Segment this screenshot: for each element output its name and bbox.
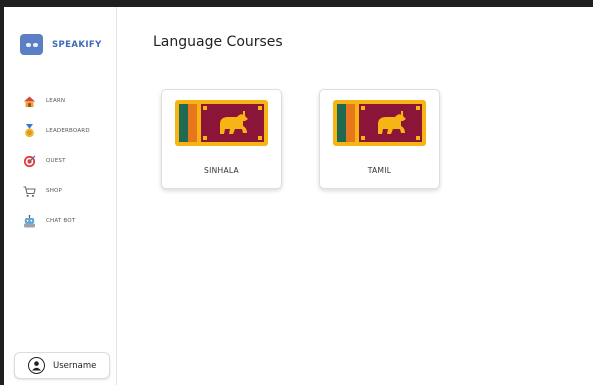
- logo[interactable]: SPEAKIFY: [20, 34, 102, 55]
- sidebar: SPEAKIFY LEARN LEADERBOARD QUEST SHOP CH…: [4, 7, 117, 385]
- sidebar-nav: LEARN LEADERBOARD QUEST SHOP CHAT BOT: [22, 86, 90, 236]
- username-label: Username: [53, 360, 97, 371]
- user-profile-button[interactable]: Username: [14, 352, 110, 379]
- sidebar-item-label: QUEST: [46, 158, 66, 164]
- course-label: TAMIL: [367, 166, 392, 175]
- course-card-tamil[interactable]: TAMIL: [319, 89, 440, 189]
- app-window: SPEAKIFY LEARN LEADERBOARD QUEST SHOP CH…: [4, 7, 593, 385]
- sidebar-item-quest[interactable]: QUEST: [22, 146, 90, 176]
- sidebar-item-label: CHAT BOT: [46, 218, 76, 224]
- user-avatar-icon: [28, 357, 45, 374]
- course-label: SINHALA: [204, 166, 239, 175]
- sri-lanka-flag-icon: [333, 100, 426, 146]
- robot-icon: [22, 214, 36, 228]
- sidebar-item-learn[interactable]: LEARN: [22, 86, 90, 116]
- page-title: Language Courses: [153, 34, 283, 50]
- sidebar-item-leaderboard[interactable]: LEADERBOARD: [22, 116, 90, 146]
- sri-lanka-flag-icon: [175, 100, 268, 146]
- sidebar-item-chat-bot[interactable]: CHAT BOT: [22, 206, 90, 236]
- main-content: Language Courses SINHALA TAMIL: [117, 7, 593, 385]
- cart-icon: [22, 184, 36, 198]
- medal-icon: [22, 124, 36, 138]
- sidebar-item-shop[interactable]: SHOP: [22, 176, 90, 206]
- house-icon: [22, 94, 36, 108]
- sidebar-item-label: LEARN: [46, 98, 66, 104]
- speakify-logo-icon: [20, 34, 43, 55]
- sidebar-item-label: LEADERBOARD: [46, 128, 90, 134]
- course-card-sinhala[interactable]: SINHALA: [161, 89, 282, 189]
- target-icon: [22, 154, 36, 168]
- brand-name: SPEAKIFY: [52, 39, 102, 50]
- sidebar-item-label: SHOP: [46, 188, 63, 194]
